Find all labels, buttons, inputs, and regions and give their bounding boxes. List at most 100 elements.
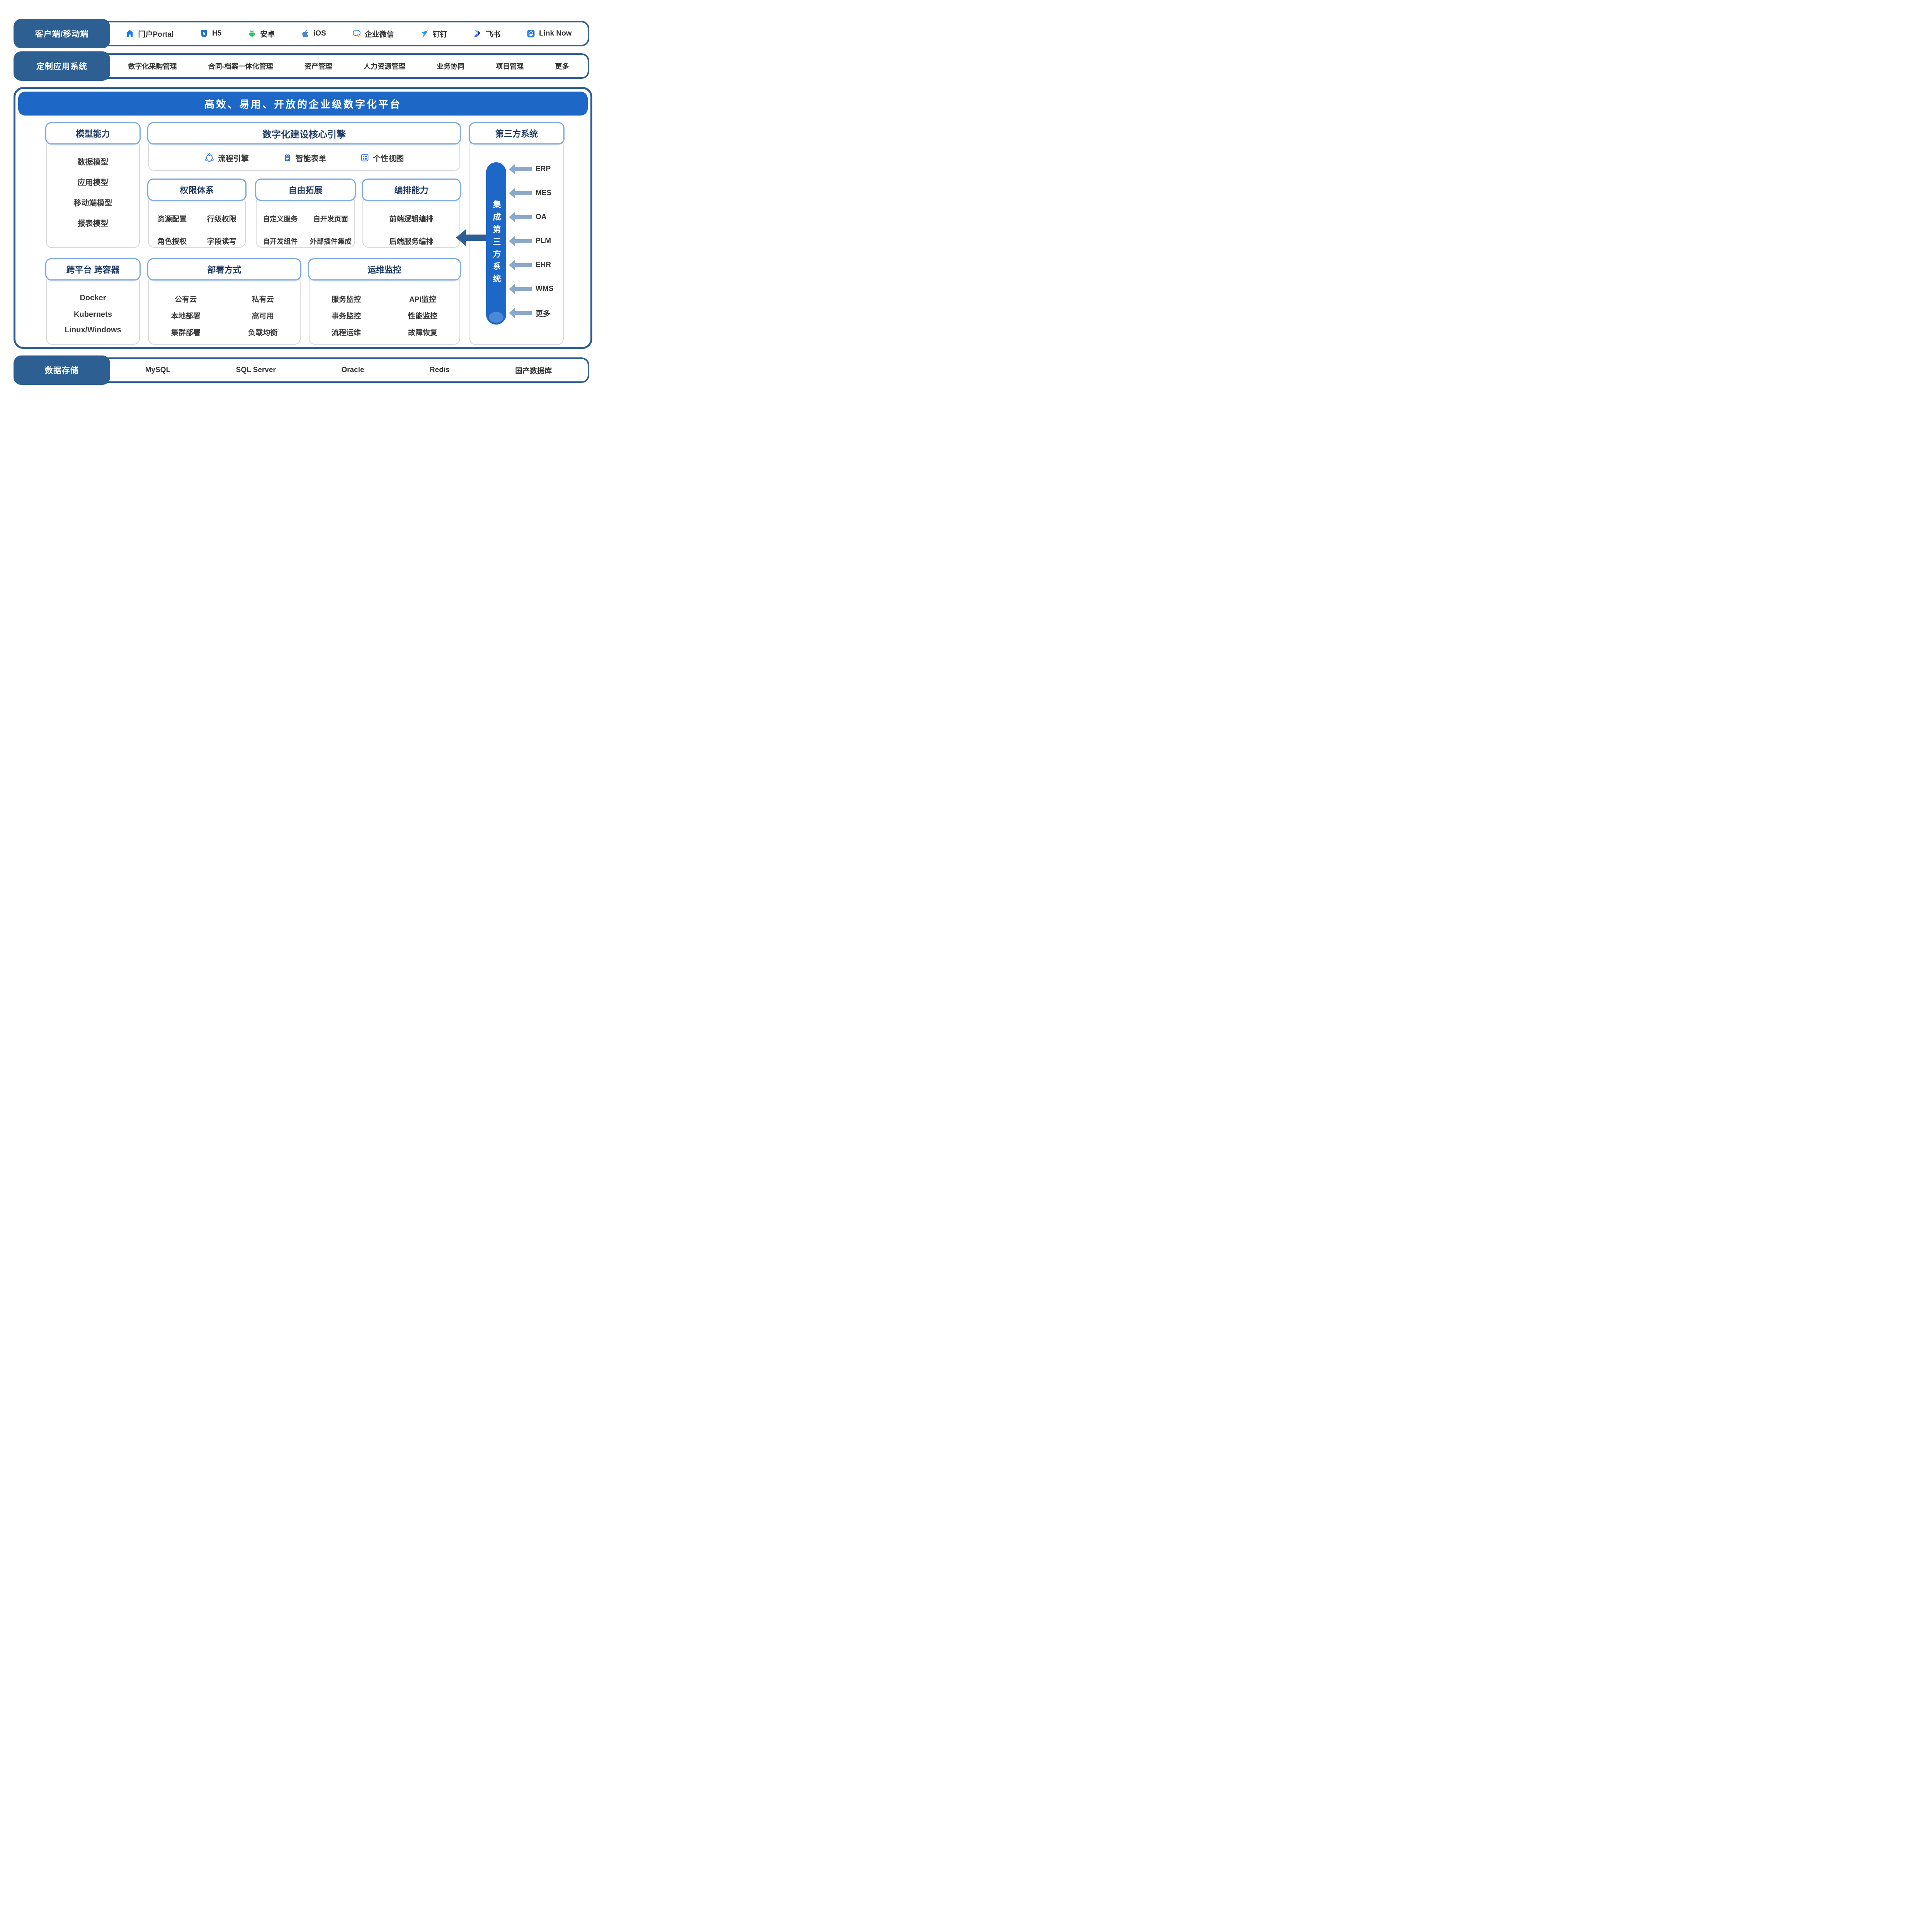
deployment-card-title: 部署方式 <box>147 258 301 281</box>
custom-app-item: 人力资源管理 <box>364 61 405 71</box>
svg-text:5: 5 <box>203 31 205 36</box>
left-arrow-icon <box>515 263 532 267</box>
third-party-system-row: ERP <box>509 165 551 174</box>
dingtalk-icon <box>420 29 429 38</box>
platform-banner: 高效、易用、开放的企业级数字化平台 <box>18 92 588 116</box>
left-arrow-icon <box>515 311 532 315</box>
ops-row: 事务监控性能监控 <box>308 310 461 321</box>
third-party-system-row: MES <box>509 189 551 198</box>
feishu-icon <box>473 29 482 38</box>
third-party-system-row: WMS <box>509 284 553 294</box>
model-card: 模型能力 数据模型 应用模型 移动端模型 报表模型 <box>45 122 141 248</box>
storage-bar-items: MySQL SQL Server Oracle Redis 国产数据库 <box>112 359 585 381</box>
linknow-icon <box>526 29 536 38</box>
deployment-row: 本地部署高可用 <box>147 310 301 321</box>
deployment-row: 集群部署负载均衡 <box>147 327 301 337</box>
storage-item: Redis <box>430 366 450 374</box>
h5-icon: 5 <box>199 29 209 38</box>
left-arrow-icon <box>515 191 532 195</box>
client-item-feishu: 飞书 <box>473 29 500 39</box>
third-party-system-row: PLM <box>509 236 551 246</box>
left-arrow-icon <box>515 215 532 219</box>
client-item-linknow: Link Now <box>526 29 571 38</box>
orchestration-card-title: 编排能力 <box>362 179 461 201</box>
client-item-ios: iOS <box>301 29 326 38</box>
custom-apps-bar-items: 数字化采购管理 合同-档案一体化管理 资产管理 人力资源管理 业务协同 项目管理… <box>112 55 585 77</box>
ops-card-title: 运维监控 <box>308 258 461 281</box>
custom-app-item: 项目管理 <box>496 61 524 71</box>
custom-view-icon <box>360 153 369 162</box>
model-card-title: 模型能力 <box>45 122 141 145</box>
storage-bar-tag: 数据存储 <box>14 355 110 385</box>
client-item-label: 安卓 <box>260 29 275 39</box>
cross-platform-item: Kubernets <box>45 310 141 319</box>
client-item-label: 飞书 <box>486 29 500 39</box>
smart-form-icon <box>283 153 292 162</box>
engine-item-form: 智能表单 <box>283 152 327 163</box>
wecom-icon <box>352 29 361 38</box>
custom-apps-bar-tag: 定制应用系统 <box>14 51 110 81</box>
cross-platform-card: 跨平台 跨容器 Docker Kubernets Linux/Windows <box>45 258 141 345</box>
extension-row: 自定义服务自开发页面 <box>255 214 356 224</box>
permission-row: 资源配置行级权限 <box>147 213 247 224</box>
engine-item-flow: 流程引擎 <box>204 152 249 163</box>
platform-container: 高效、易用、开放的企业级数字化平台 模型能力 数据模型 应用模型 移动端模型 报… <box>14 87 592 349</box>
third-party-card-title: 第三方系统 <box>469 122 565 145</box>
client-item-label: H5 <box>212 29 221 38</box>
custom-app-item: 业务协同 <box>437 61 464 71</box>
integration-arrow-icon <box>456 229 486 246</box>
client-item-label: iOS <box>313 29 326 38</box>
engine-item-view: 个性视图 <box>360 152 404 163</box>
storage-item: Oracle <box>341 366 364 374</box>
engine-items: 流程引擎 智能表单 个性视图 <box>170 145 438 171</box>
ops-row: 服务监控API监控 <box>308 294 461 304</box>
custom-app-item: 资产管理 <box>304 61 332 71</box>
integration-pill: 集成第三方系统 <box>486 162 506 325</box>
client-item-dingtalk: 钉钉 <box>420 29 447 39</box>
permission-card: 权限体系 资源配置行级权限 角色授权字段读写 <box>147 179 247 248</box>
orchestration-row: 后端服务编排 <box>362 236 461 246</box>
cross-platform-item: Linux/Windows <box>45 326 141 335</box>
client-bar: 客户端/移动端 门户Portal 5 H5 安卓 iOS 企业微信 钉钉 飞书 <box>14 21 589 46</box>
client-bar-items: 门户Portal 5 H5 安卓 iOS 企业微信 钉钉 飞书 Link Now <box>112 22 585 45</box>
third-party-system-row: OA <box>509 213 547 222</box>
custom-app-item: 数字化采购管理 <box>128 61 177 71</box>
client-bar-tag: 客户端/移动端 <box>14 19 110 48</box>
client-item-label: Link Now <box>539 29 571 38</box>
custom-app-item: 合同-档案一体化管理 <box>208 61 273 71</box>
left-arrow-icon <box>515 167 532 171</box>
client-item-label: 门户Portal <box>138 29 173 39</box>
left-arrow-icon <box>515 287 532 291</box>
orchestration-card: 编排能力 前端逻辑编排 后端服务编排 <box>362 179 461 248</box>
client-item-label: 企业微信 <box>365 29 394 39</box>
ops-row: 流程运维故障恢复 <box>308 327 461 337</box>
storage-item: MySQL <box>145 366 170 374</box>
android-icon <box>247 29 257 38</box>
cross-platform-item: Docker <box>45 294 141 303</box>
extension-row: 自开发组件外部插件集成 <box>255 236 356 246</box>
left-arrow-icon <box>515 239 532 243</box>
permission-row: 角色授权字段读写 <box>147 236 247 246</box>
engine-card-title: 数字化建设核心引擎 <box>147 122 461 145</box>
model-item: 报表模型 <box>45 217 141 228</box>
storage-item: 国产数据库 <box>515 365 552 376</box>
deployment-row: 公有云私有云 <box>147 294 301 304</box>
storage-item: SQL Server <box>236 366 276 374</box>
client-item-h5: 5 H5 <box>199 29 221 38</box>
flow-engine-icon <box>204 153 214 163</box>
permission-card-title: 权限体系 <box>147 179 247 201</box>
home-icon <box>125 29 134 38</box>
apple-icon <box>301 29 310 38</box>
client-item-label: 钉钉 <box>432 29 447 39</box>
orchestration-row: 前端逻辑编排 <box>362 213 461 224</box>
custom-app-item: 更多 <box>555 61 569 71</box>
cross-platform-card-title: 跨平台 跨容器 <box>45 258 141 281</box>
storage-bar: 数据存储 MySQL SQL Server Oracle Redis 国产数据库 <box>14 357 589 383</box>
extension-card: 自由拓展 自定义服务自开发页面 自开发组件外部插件集成 <box>255 179 356 248</box>
deployment-card: 部署方式 公有云私有云 本地部署高可用 集群部署负载均衡 <box>147 258 301 345</box>
client-item-android: 安卓 <box>247 29 275 39</box>
model-item: 移动端模型 <box>45 197 141 208</box>
extension-card-title: 自由拓展 <box>255 179 356 201</box>
model-item: 应用模型 <box>45 176 141 187</box>
engine-card: 数字化建设核心引擎 流程引擎 智能表单 个性视图 <box>147 122 461 171</box>
